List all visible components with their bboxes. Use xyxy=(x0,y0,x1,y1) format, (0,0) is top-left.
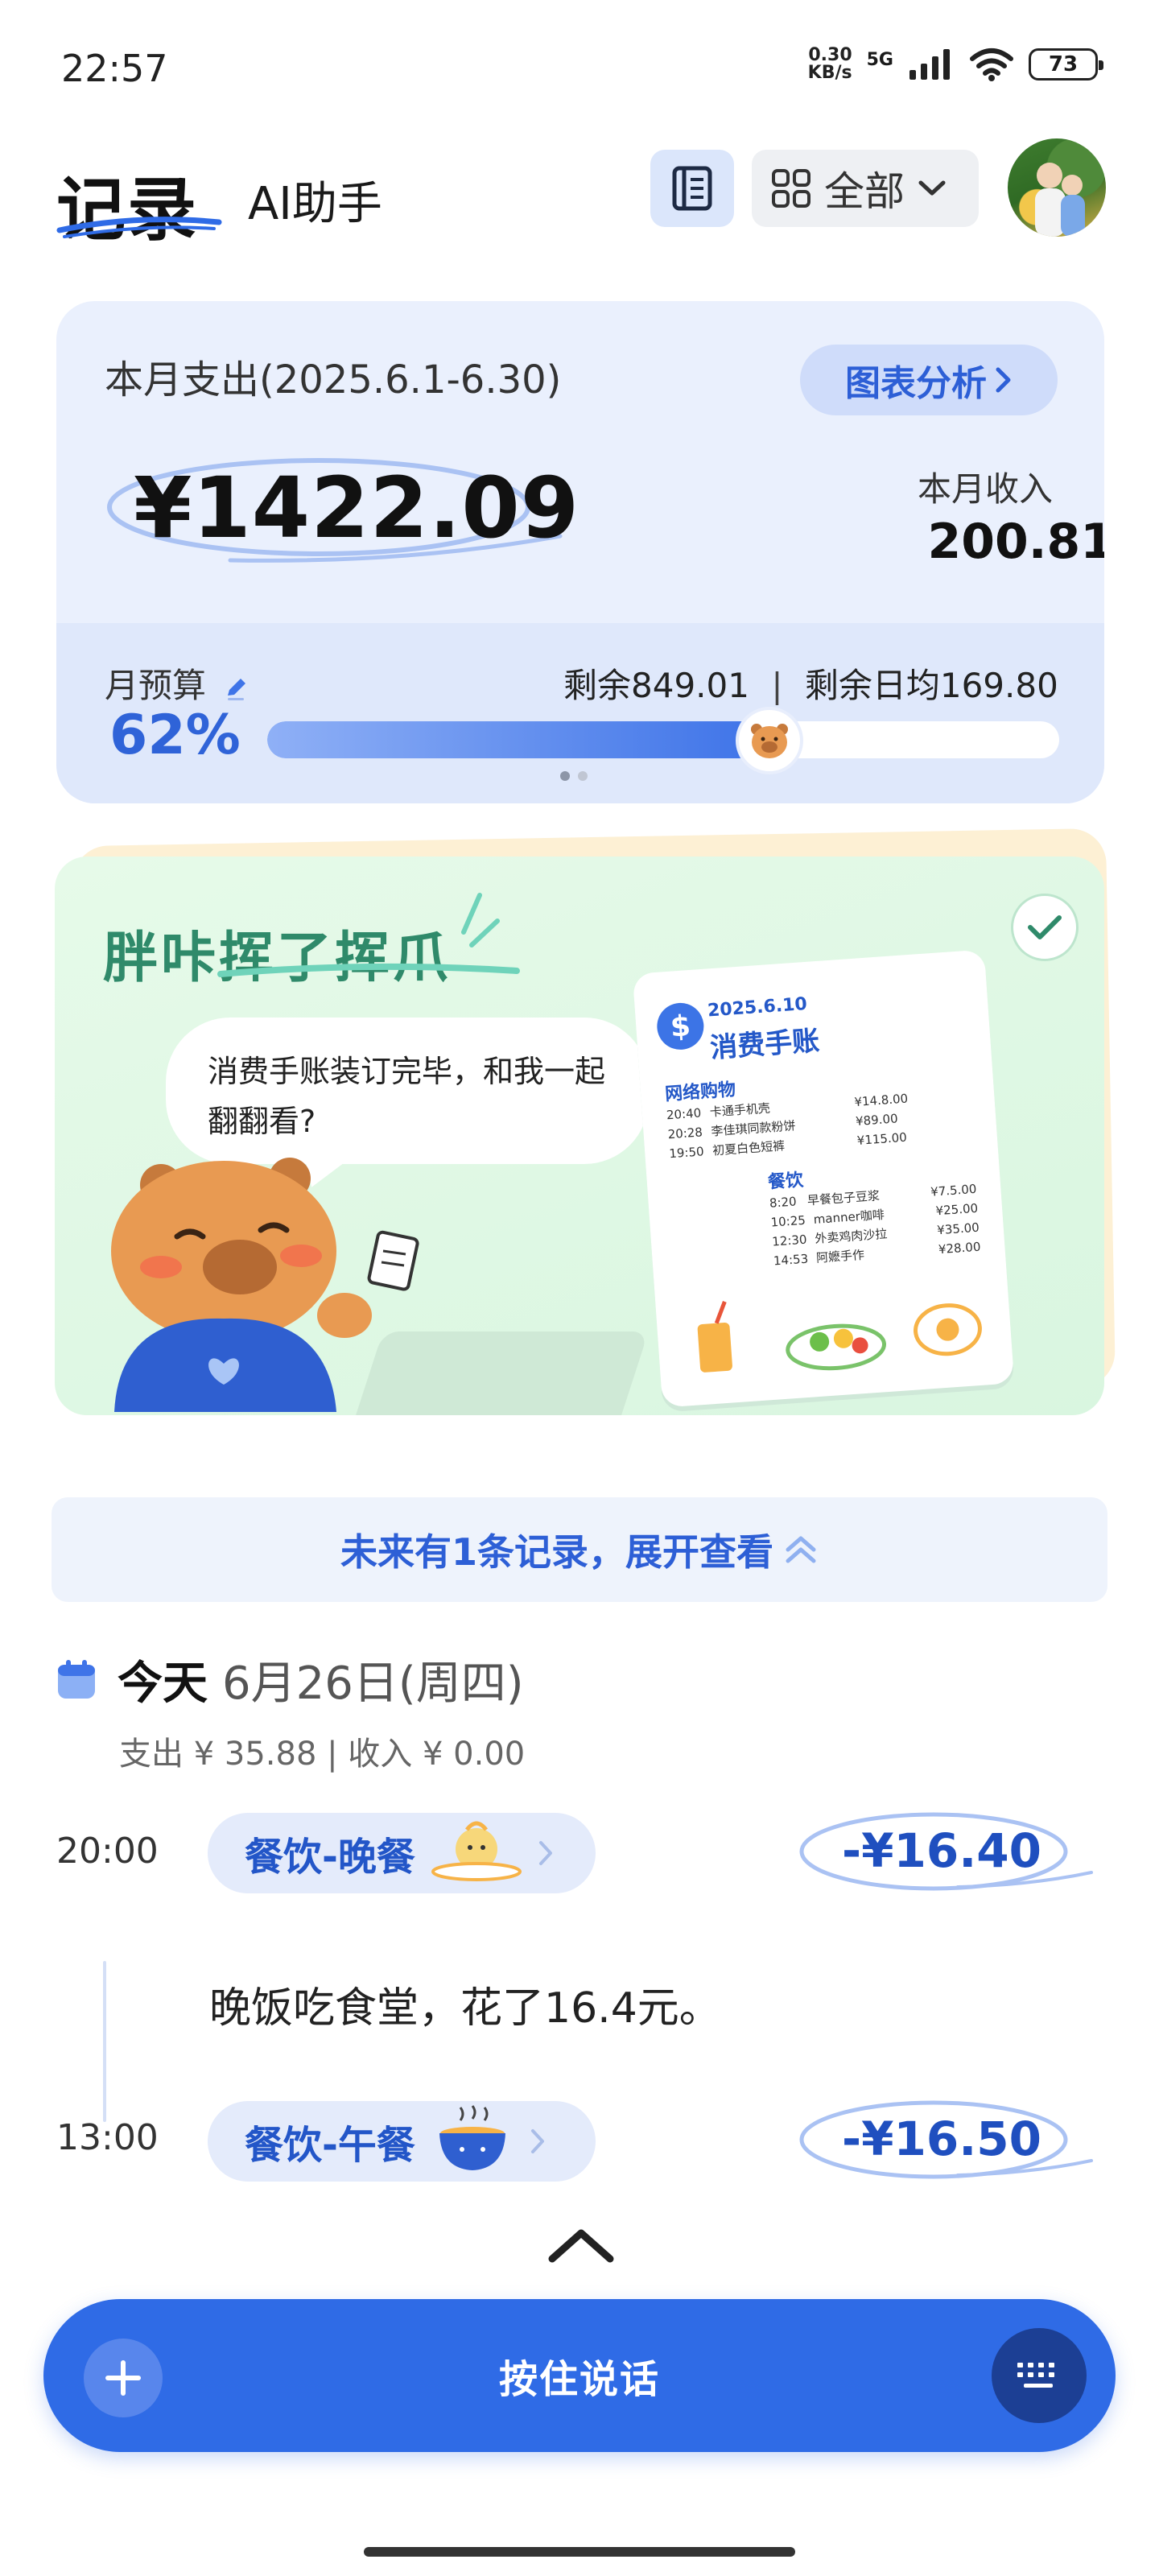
month-income-value: 200.81 xyxy=(927,514,1104,570)
entry-category-pill[interactable]: 餐饮-晚餐 xyxy=(208,1813,596,1893)
edit-icon[interactable] xyxy=(223,675,250,702)
receipt-time: 12:30 xyxy=(771,1232,808,1249)
carousel-dots xyxy=(560,771,588,781)
budget-percent: 62% xyxy=(109,704,241,767)
double-chevron-up-icon xyxy=(786,1536,816,1563)
capybara-icon xyxy=(751,724,789,758)
entry-time: 13:00 xyxy=(56,2117,159,2158)
chevron-right-icon xyxy=(538,1841,552,1865)
receipt-food-rows: 8:20 早餐包子豆浆 ¥7.5.00 10:25 manner咖啡 ¥25.00 12:3… xyxy=(769,1179,981,1271)
entry-note: 晚饭吃食堂，花了16.4元。 xyxy=(209,1984,721,2033)
avatar[interactable] xyxy=(1008,138,1106,237)
plus-icon xyxy=(105,2360,141,2396)
timeline-line xyxy=(103,1961,106,2122)
signal-type: 5G xyxy=(866,50,893,70)
chart-analysis-button[interactable]: 图表分析 xyxy=(800,345,1058,415)
receipt-time: 20:28 xyxy=(667,1125,703,1142)
receipt-time: 8:20 xyxy=(769,1194,798,1211)
promo-title-underline xyxy=(217,963,520,977)
food-illustrations xyxy=(697,1301,982,1373)
collapse-chevron-icon[interactable] xyxy=(547,2227,615,2264)
budget-label[interactable]: 月预算 xyxy=(105,658,250,708)
receipt-time: 19:50 xyxy=(668,1144,705,1162)
voice-input-bar[interactable]: 按住说话 xyxy=(43,2299,1116,2452)
month-expense-label: 本月支出(2025.6.1-6.30) xyxy=(105,357,562,402)
receipt-amount: ¥115.00 xyxy=(856,1129,908,1148)
entry-category-label: 餐饮-晚餐 xyxy=(245,1835,415,1880)
net-speed: 0.30 KB/s xyxy=(807,45,852,83)
future-records-label: 未来有1条记录，展开查看 xyxy=(340,1530,773,1574)
budget-remaining: 剩余849.01 | 剩余日均169.80 xyxy=(563,666,1058,705)
tab-ai-assistant[interactable]: AI助手 xyxy=(248,167,382,233)
budget-progress-fill xyxy=(267,721,759,758)
status-icons: 0.30 KB/s 5G 73 xyxy=(807,45,1103,83)
wifi-icon xyxy=(970,48,1013,81)
entry-category-label: 餐饮-午餐 xyxy=(245,2123,415,2168)
entry-amount[interactable]: -¥16.50 xyxy=(797,2095,1093,2183)
speech-bubble: 消费手账装订完毕，和我一起翻翻看? xyxy=(166,1018,649,1164)
status-time: 22:57 xyxy=(61,47,168,90)
receipt-time: 14:53 xyxy=(773,1251,809,1269)
receipt-time: 10:25 xyxy=(770,1212,806,1230)
capybara-mascot-illustration xyxy=(111,1158,419,1412)
receipt-amount: ¥28.00 xyxy=(938,1239,982,1257)
budget-progress-mascot xyxy=(736,707,804,774)
receipt-time: 20:40 xyxy=(666,1105,702,1123)
chart-button-label: 图表分析 xyxy=(845,363,987,404)
keyboard-input-button[interactable] xyxy=(992,2328,1087,2423)
check-icon xyxy=(1028,915,1062,939)
entry-amount-value: -¥16.40 xyxy=(842,1823,1041,1878)
tab-underline xyxy=(56,217,222,238)
battery-indicator: 73 xyxy=(1029,48,1103,80)
ledger-book-button[interactable] xyxy=(650,150,734,227)
grid-icon xyxy=(772,169,810,208)
entry-category-pill[interactable]: 餐饮-午餐 xyxy=(208,2101,596,2182)
promo-check-button[interactable] xyxy=(1011,894,1079,961)
category-filter-dropdown[interactable]: 全部 xyxy=(752,150,979,227)
journal-receipt: $ 2025.6.10 消费手账 网络购物 20:40 卡通手机壳 ¥14.8.00… xyxy=(632,949,1015,1408)
lunch-bowl-icon xyxy=(439,2105,505,2170)
day-title: 今天 6月26日(周四) xyxy=(118,1657,524,1710)
entry-time: 20:00 xyxy=(56,1831,159,1872)
chevron-right-icon xyxy=(996,367,1011,393)
home-indicator[interactable] xyxy=(364,2547,795,2557)
calendar-icon xyxy=(58,1660,95,1699)
entry-amount[interactable]: -¥16.40 xyxy=(797,1806,1093,1895)
hold-to-talk-label: 按住说话 xyxy=(498,2357,660,2402)
book-icon xyxy=(672,166,712,211)
chevron-down-icon xyxy=(918,180,946,196)
receipt-amount: ¥14.8.00 xyxy=(853,1091,909,1110)
future-records-expand[interactable]: 未来有1条记录，展开查看 xyxy=(52,1497,1107,1602)
month-expense-amount: ¥1422.09 xyxy=(134,459,580,557)
keyboard-icon xyxy=(1017,2363,1054,2388)
consumption-journal-banner[interactable]: 胖咔挥了挥爪 消费手账装订完毕，和我一起翻翻看? $ 2025.6.10 消费手… xyxy=(55,857,1104,1415)
add-record-button[interactable] xyxy=(84,2339,163,2417)
entry-amount-value: -¥16.50 xyxy=(842,2112,1041,2166)
day-summary: 支出 ¥ 35.88 | 收入 ¥ 0.00 xyxy=(119,1736,526,1773)
signal-icon xyxy=(909,49,950,80)
month-income-label: 本月收入 xyxy=(918,469,1054,509)
dinner-bowl-icon xyxy=(431,1821,522,1881)
dollar-coin-icon: $ xyxy=(655,1001,706,1051)
monthly-summary-card: 本月支出(2025.6.1-6.30) 图表分析 ¥1422.09 本月收入 2… xyxy=(56,301,1104,803)
filter-label: 全部 xyxy=(824,168,905,215)
avatar-figures xyxy=(1035,163,1085,237)
sparkle-lines xyxy=(461,893,500,947)
chevron-right-icon xyxy=(530,2129,544,2153)
budget-progress-bar xyxy=(267,721,1059,758)
